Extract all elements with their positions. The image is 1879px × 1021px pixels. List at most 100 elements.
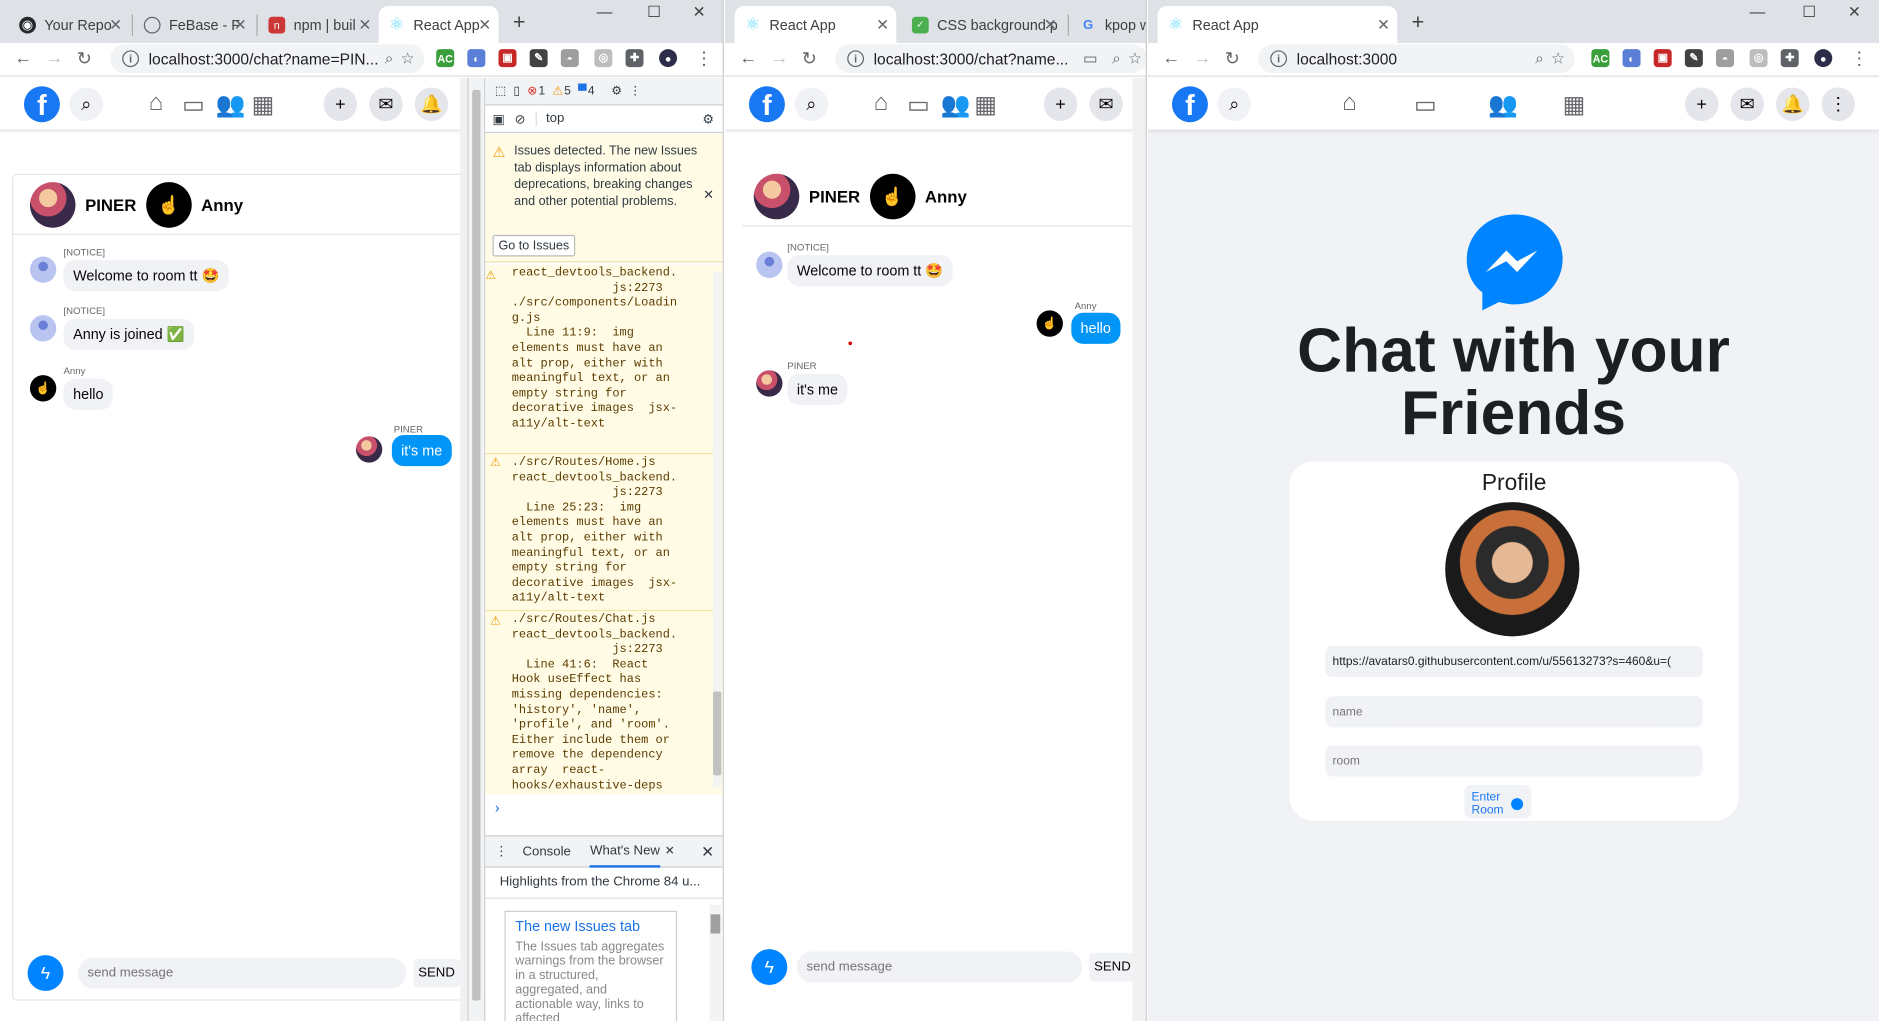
maximize-icon[interactable]: ☐ bbox=[647, 2, 661, 21]
extension-icon[interactable]: AC bbox=[1591, 49, 1610, 68]
groups-icon[interactable]: 👥 bbox=[941, 90, 971, 120]
send-button[interactable]: SEND bbox=[413, 958, 460, 988]
clear-console-icon[interactable]: ⊘ bbox=[515, 111, 526, 126]
new-tab-icon[interactable]: + bbox=[1412, 10, 1425, 35]
info-icon[interactable]: i bbox=[122, 50, 140, 68]
address-bar[interactable]: i localhost:3000 ⌕ ☆ bbox=[1258, 44, 1575, 74]
extension-icon[interactable]: ◓ bbox=[560, 49, 579, 68]
gear-icon[interactable]: ⚙ bbox=[611, 84, 622, 97]
extension-icon[interactable]: ▣ bbox=[498, 49, 517, 68]
maximize-icon[interactable]: ☐ bbox=[1802, 2, 1816, 21]
console-warning[interactable]: react_devtools_backend. js:2273 ./src/co… bbox=[512, 267, 707, 433]
facebook-logo-icon[interactable]: f bbox=[23, 86, 60, 123]
extensions-puzzle-icon[interactable]: ✚ bbox=[1780, 49, 1799, 68]
profile-avatar-icon[interactable]: ● bbox=[659, 49, 678, 68]
close-tab-icon[interactable]: ✕ bbox=[358, 16, 371, 35]
forward-icon[interactable]: → bbox=[1194, 48, 1212, 68]
grid-icon[interactable]: ▦ bbox=[252, 90, 275, 120]
close-tab-icon[interactable]: ✕ bbox=[1377, 16, 1390, 35]
tab-github[interactable]: ◉ Your Repo ✕ bbox=[10, 6, 130, 43]
back-icon[interactable]: ← bbox=[739, 48, 757, 68]
messenger-icon[interactable]: ✉ bbox=[369, 87, 403, 122]
sidebar-toggle-icon[interactable]: ▣ bbox=[493, 111, 505, 126]
grid-icon[interactable]: ▦ bbox=[974, 90, 997, 120]
extension-icon[interactable]: ◎ bbox=[1749, 49, 1768, 68]
extensions-puzzle-icon[interactable]: ✚ bbox=[625, 49, 644, 68]
reload-icon[interactable]: ↻ bbox=[802, 48, 817, 69]
info-icon[interactable]: i bbox=[1270, 50, 1288, 68]
close-tab-icon[interactable]: ✕ bbox=[234, 16, 247, 35]
tab-npm[interactable]: n npm | buil ✕ bbox=[259, 6, 379, 43]
console-prompt[interactable]: › bbox=[485, 794, 723, 833]
bookmark-star-icon[interactable]: ☆ bbox=[401, 49, 415, 68]
tab-css-background[interactable]: ✓ CSS background p ✕ bbox=[902, 6, 1064, 43]
messenger-icon[interactable]: ✉ bbox=[1730, 87, 1764, 122]
bell-icon[interactable]: 🔔 bbox=[1775, 87, 1810, 122]
back-icon[interactable]: ← bbox=[14, 48, 32, 68]
search-icon[interactable]: ⌕ bbox=[1217, 87, 1252, 122]
gear-icon[interactable]: ⚙ bbox=[702, 111, 714, 126]
plus-icon[interactable]: + bbox=[1684, 87, 1719, 122]
home-icon[interactable]: ⌂ bbox=[149, 90, 163, 118]
home-icon[interactable]: ⌂ bbox=[1342, 90, 1356, 118]
cast-icon[interactable]: ▭ bbox=[1083, 49, 1098, 68]
info-icon[interactable]: i bbox=[847, 50, 865, 68]
profile-avatar-icon[interactable]: ● bbox=[1814, 49, 1833, 68]
tab-google[interactable]: G kpop wa bbox=[1070, 6, 1146, 43]
extension-icon[interactable]: ▣ bbox=[1653, 49, 1672, 68]
facebook-logo-icon[interactable]: f bbox=[748, 86, 785, 123]
send-button[interactable]: SEND bbox=[1089, 952, 1133, 982]
minimize-icon[interactable]: — bbox=[1750, 2, 1766, 20]
tab-react-app[interactable]: ⚛ React App ✕ bbox=[1157, 5, 1398, 44]
context-select[interactable]: top bbox=[535, 111, 564, 126]
extension-icon[interactable]: ◐ bbox=[1622, 49, 1641, 68]
console-warning[interactable]: ./src/Routes/Home.js react_devtools_back… bbox=[512, 457, 707, 608]
close-drawer-icon[interactable]: ✕ bbox=[701, 842, 714, 861]
messenger-icon[interactable]: ϟ bbox=[751, 949, 788, 986]
tv-icon[interactable]: ▭ bbox=[907, 90, 930, 120]
menu-dots-icon[interactable]: ⋮ bbox=[1821, 87, 1856, 122]
groups-icon[interactable]: 👥 bbox=[1488, 90, 1518, 120]
reload-icon[interactable]: ↻ bbox=[1225, 48, 1240, 69]
menu-dots-icon[interactable]: ⋮ bbox=[629, 84, 641, 97]
bookmark-star-icon[interactable]: ☆ bbox=[1128, 49, 1142, 68]
plus-icon[interactable]: + bbox=[1043, 87, 1078, 122]
messenger-icon[interactable]: ϟ bbox=[27, 955, 64, 992]
bell-icon[interactable]: 🔔 bbox=[414, 87, 449, 122]
scrollbar[interactable] bbox=[1132, 77, 1146, 1021]
room-input[interactable] bbox=[1325, 745, 1703, 777]
inspect-icon[interactable]: ⬚ bbox=[495, 84, 506, 97]
back-icon[interactable]: ← bbox=[1162, 48, 1180, 68]
zoom-icon[interactable]: ⌕ bbox=[385, 49, 394, 68]
messenger-icon[interactable]: ✉ bbox=[1089, 87, 1123, 122]
close-tab-icon[interactable]: ✕ bbox=[1044, 16, 1057, 35]
grid-icon[interactable]: ▦ bbox=[1563, 90, 1586, 120]
whats-new-card[interactable]: The new Issues tab The Issues tab aggreg… bbox=[504, 910, 678, 1021]
extension-icon[interactable]: ◎ bbox=[594, 49, 613, 68]
home-icon[interactable]: ⌂ bbox=[874, 90, 888, 118]
zoom-icon[interactable]: ⌕ bbox=[1535, 49, 1544, 68]
zoom-icon[interactable]: ⌕ bbox=[1112, 49, 1121, 68]
tab-react-app[interactable]: ⚛ React App ✕ bbox=[378, 5, 499, 44]
close-tab-icon[interactable]: ✕ bbox=[478, 16, 491, 35]
close-window-icon[interactable]: ✕ bbox=[1848, 2, 1861, 21]
bookmark-star-icon[interactable]: ☆ bbox=[1551, 49, 1565, 68]
extension-icon[interactable]: ◐ bbox=[467, 49, 486, 68]
console-warning[interactable]: ./src/Routes/Chat.js react_devtools_back… bbox=[512, 614, 707, 795]
message-input[interactable] bbox=[77, 957, 407, 989]
forward-icon[interactable]: → bbox=[46, 48, 64, 68]
tv-icon[interactable]: ▭ bbox=[182, 90, 205, 120]
minimize-icon[interactable]: — bbox=[597, 2, 613, 20]
extension-icon[interactable]: ✎ bbox=[529, 49, 548, 68]
tab-console[interactable]: Console bbox=[522, 844, 570, 858]
close-icon[interactable]: ✕ bbox=[703, 187, 714, 202]
go-to-issues-button[interactable]: Go to Issues bbox=[492, 234, 576, 257]
close-window-icon[interactable]: ✕ bbox=[693, 2, 706, 21]
tab-febase[interactable]: FeBase - F ✕ bbox=[134, 6, 254, 43]
menu-dots-icon[interactable]: ⋮ bbox=[1850, 48, 1868, 69]
menu-dots-icon[interactable]: ⋮ bbox=[695, 48, 713, 69]
tv-icon[interactable]: ▭ bbox=[1414, 90, 1437, 120]
enter-room-button[interactable]: Enter Room bbox=[1464, 784, 1532, 819]
drawer-menu-icon[interactable]: ⋮ bbox=[495, 844, 508, 859]
close-tab-icon[interactable]: ✕ bbox=[876, 16, 889, 35]
